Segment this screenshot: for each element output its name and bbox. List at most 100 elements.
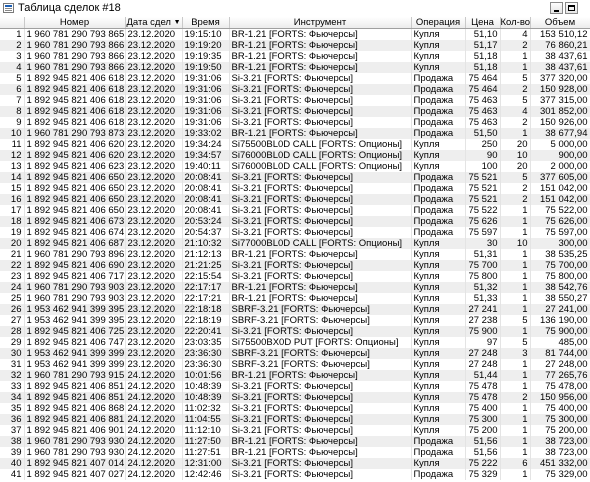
cell-trade-number: 1 892 945 821 406 618 928 bbox=[24, 95, 126, 106]
cell-instrument: BR-1.21 [FORTS: Фьючерсы] bbox=[229, 128, 412, 139]
cell-operation: Купля bbox=[411, 139, 466, 150]
table-row[interactable]: 371 892 945 821 406 901 32124.12.202011:… bbox=[0, 425, 590, 436]
table-window-icon bbox=[3, 3, 14, 13]
table-row[interactable]: 111 892 945 821 406 620 45623.12.202019:… bbox=[0, 139, 590, 150]
table-row[interactable]: 51 892 945 821 406 618 92623.12.202019:3… bbox=[0, 73, 590, 84]
table-row[interactable]: 331 892 945 821 406 851 87724.12.202010:… bbox=[0, 381, 590, 392]
cell-instrument: Si-3.21 [FORTS: Фьючерсы] bbox=[229, 227, 412, 238]
cell-price: 30 bbox=[465, 238, 501, 249]
table-row[interactable]: 21 960 781 290 793 866 45623.12.202019:1… bbox=[0, 40, 590, 51]
cell-price: 75 700 bbox=[465, 260, 501, 271]
col-header-operation[interactable]: Операция bbox=[411, 17, 466, 29]
cell-operation: Купля bbox=[411, 337, 466, 348]
cell-row-num: 23 bbox=[0, 271, 25, 282]
cell-instrument: Si75500BL0D CALL [FORTS: Опционы] bbox=[229, 139, 412, 150]
table-row[interactable]: 31 960 781 290 793 866 50623.12.202019:1… bbox=[0, 51, 590, 62]
cell-row-num: 1 bbox=[0, 28, 25, 40]
cell-trade-date: 24.12.2020 bbox=[125, 469, 183, 480]
cell-trade-date: 24.12.2020 bbox=[125, 425, 183, 436]
table-row[interactable]: 401 892 945 821 407 014 07824.12.202012:… bbox=[0, 458, 590, 469]
table-row[interactable]: 151 892 945 821 406 650 86323.12.202020:… bbox=[0, 183, 590, 194]
cell-instrument: SBRF-3.21 [FORTS: Фьючерсы] bbox=[229, 315, 412, 326]
cell-instrument: SBRF-3.21 [FORTS: Фьючерсы] bbox=[229, 348, 412, 359]
table-row[interactable]: 341 892 945 821 406 851 87824.12.202010:… bbox=[0, 392, 590, 403]
cell-volume: 377 315,00 bbox=[530, 95, 590, 106]
trades-table[interactable]: Номер Дата сдел ▼ Время Инструмент Опера… bbox=[0, 17, 590, 482]
col-header-row-num[interactable] bbox=[0, 17, 25, 29]
cell-price: 51,56 bbox=[465, 447, 501, 458]
maximize-button[interactable] bbox=[565, 2, 578, 14]
table-row[interactable]: 251 960 781 290 793 903 09523.12.202022:… bbox=[0, 293, 590, 304]
table-row[interactable]: 191 892 945 821 406 674 82523.12.202020:… bbox=[0, 227, 590, 238]
cell-quantity: 2 bbox=[500, 194, 531, 205]
table-row[interactable]: 201 892 945 821 406 687 45223.12.202021:… bbox=[0, 238, 590, 249]
cell-trade-number: 1 960 781 290 793 873 761 bbox=[24, 128, 126, 139]
table-row[interactable]: 161 892 945 821 406 650 86423.12.202020:… bbox=[0, 194, 590, 205]
cell-trade-time: 19:19:35 bbox=[182, 51, 230, 62]
cell-trade-number: 1 892 945 821 406 717 917 bbox=[24, 271, 126, 282]
table-row[interactable]: 211 960 781 290 793 896 22823.12.202021:… bbox=[0, 249, 590, 260]
cell-operation: Купля bbox=[411, 150, 466, 161]
table-row[interactable]: 391 960 781 290 793 930 89224.12.202011:… bbox=[0, 447, 590, 458]
cell-volume: 75 200,00 bbox=[530, 425, 590, 436]
cell-row-num: 38 bbox=[0, 436, 25, 447]
table-row[interactable]: 411 892 945 821 407 027 10124.12.202012:… bbox=[0, 469, 590, 480]
cell-trade-time: 20:08:41 bbox=[182, 172, 230, 183]
cell-trade-time: 19:31:06 bbox=[182, 84, 230, 95]
col-header-volume[interactable]: Объем bbox=[530, 17, 590, 29]
table-row[interactable]: 321 960 781 290 793 915 62424.12.202010:… bbox=[0, 370, 590, 381]
table-row[interactable]: 351 892 945 821 406 868 38124.12.202011:… bbox=[0, 403, 590, 414]
cell-trade-number: 1 892 945 821 406 650 865 bbox=[24, 205, 126, 216]
cell-row-num: 27 bbox=[0, 315, 25, 326]
cell-trade-date: 23.12.2020 bbox=[125, 106, 183, 117]
cell-instrument: BR-1.21 [FORTS: Фьючерсы] bbox=[229, 282, 412, 293]
cell-operation: Продажа bbox=[411, 469, 466, 480]
table-row[interactable]: 181 892 945 821 406 673 13223.12.202020:… bbox=[0, 216, 590, 227]
col-header-instrument[interactable]: Инструмент bbox=[229, 17, 412, 29]
cell-trade-time: 19:40:11 bbox=[182, 161, 230, 172]
cell-price: 51,44 bbox=[465, 370, 501, 381]
table-row[interactable]: 261 953 462 941 399 395 14423.12.202022:… bbox=[0, 304, 590, 315]
table-row[interactable]: 71 892 945 821 406 618 92823.12.202019:3… bbox=[0, 95, 590, 106]
cell-row-num: 9 bbox=[0, 117, 25, 128]
col-header-time[interactable]: Время bbox=[182, 17, 230, 29]
cell-row-num: 40 bbox=[0, 458, 25, 469]
cell-instrument: Si-3.21 [FORTS: Фьючерсы] bbox=[229, 260, 412, 271]
col-header-qty[interactable]: Кол-во bbox=[500, 17, 531, 29]
table-row[interactable]: 91 892 945 821 406 618 93023.12.202019:3… bbox=[0, 117, 590, 128]
table-row[interactable]: 101 960 781 290 793 873 76123.12.202019:… bbox=[0, 128, 590, 139]
table-row[interactable]: 61 892 945 821 406 618 92723.12.202019:3… bbox=[0, 84, 590, 95]
cell-trade-time: 11:12:10 bbox=[182, 425, 230, 436]
table-row[interactable]: 301 953 462 941 399 399 39423.12.202023:… bbox=[0, 348, 590, 359]
cell-price: 90 bbox=[465, 150, 501, 161]
minimize-button[interactable] bbox=[550, 2, 563, 14]
cell-instrument: BR-1.21 [FORTS: Фьючерсы] bbox=[229, 436, 412, 447]
cell-volume: 136 190,00 bbox=[530, 315, 590, 326]
table-row[interactable]: 121 892 945 821 406 620 56223.12.202019:… bbox=[0, 150, 590, 161]
table-row[interactable]: 361 892 945 821 406 881 51124.12.202011:… bbox=[0, 414, 590, 425]
cell-trade-number: 1 892 945 821 406 881 511 bbox=[24, 414, 126, 425]
table-row[interactable]: 311 953 462 941 399 399 39523.12.202023:… bbox=[0, 359, 590, 370]
col-header-number[interactable]: Номер bbox=[24, 17, 126, 29]
table-row[interactable]: 131 892 945 821 406 623 77323.12.202019:… bbox=[0, 161, 590, 172]
table-row[interactable]: 41 960 781 290 793 866 53523.12.202019:1… bbox=[0, 62, 590, 73]
table-row[interactable]: 281 892 945 821 406 725 50723.12.202022:… bbox=[0, 326, 590, 337]
cell-quantity: 2 bbox=[500, 117, 531, 128]
table-row[interactable]: 11 960 781 290 793 865 20723.12.202019:1… bbox=[0, 28, 590, 40]
table-row[interactable]: 171 892 945 821 406 650 86523.12.202020:… bbox=[0, 205, 590, 216]
col-header-date[interactable]: Дата сдел ▼ bbox=[125, 17, 183, 29]
cell-quantity: 1 bbox=[500, 282, 531, 293]
table-row[interactable]: 291 892 945 821 406 747 33323.12.202023:… bbox=[0, 337, 590, 348]
table-row[interactable]: 81 892 945 821 406 618 92923.12.202019:3… bbox=[0, 106, 590, 117]
table-row[interactable]: 381 960 781 290 793 930 89124.12.202011:… bbox=[0, 436, 590, 447]
cell-trade-date: 23.12.2020 bbox=[125, 216, 183, 227]
cell-instrument: BR-1.21 [FORTS: Фьючерсы] bbox=[229, 249, 412, 260]
table-row[interactable]: 231 892 945 821 406 717 91723.12.202022:… bbox=[0, 271, 590, 282]
table-row[interactable]: 271 953 462 941 399 395 14523.12.202022:… bbox=[0, 315, 590, 326]
table-row[interactable]: 141 892 945 821 406 650 86223.12.202020:… bbox=[0, 172, 590, 183]
cell-row-num: 21 bbox=[0, 249, 25, 260]
cell-price: 51,18 bbox=[465, 51, 501, 62]
table-row[interactable]: 241 960 781 290 793 903 07723.12.202022:… bbox=[0, 282, 590, 293]
table-row[interactable]: 221 892 945 821 406 690 81423.12.202021:… bbox=[0, 260, 590, 271]
col-header-price[interactable]: Цена bbox=[465, 17, 501, 29]
